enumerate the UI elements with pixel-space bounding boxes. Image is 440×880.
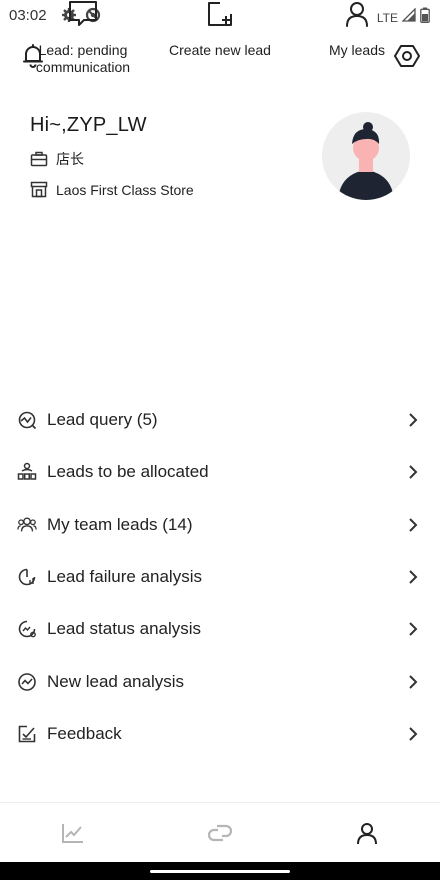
- person-icon: [346, 2, 368, 27]
- nav-link[interactable]: [147, 803, 294, 862]
- menu-list: Lead query (5) Leads to be allocated My …: [0, 394, 440, 760]
- chevron-right-icon: [406, 674, 420, 689]
- quick-action-label: Create new lead: [169, 42, 271, 58]
- user-avatar[interactable]: [322, 112, 410, 200]
- nav-analytics[interactable]: [0, 803, 147, 862]
- query-chart-icon: [17, 410, 37, 430]
- nav-profile[interactable]: [293, 803, 440, 862]
- role-row: 店长: [30, 149, 194, 169]
- menu-item-lead-status-analysis[interactable]: Lead status analysis: [0, 603, 440, 655]
- quick-action-label: Lead: pending communication: [35, 42, 131, 75]
- profile-section: Hi~,ZYP_LW 店长 Laos First Class Store: [30, 114, 194, 198]
- quick-action-pending-communication[interactable]: Lead: pending communication: [23, 0, 143, 76]
- analytics-icon: [62, 823, 84, 843]
- hierarchy-icon: [17, 462, 37, 482]
- menu-label: Lead query (5): [47, 410, 158, 430]
- profile-icon: [356, 822, 377, 844]
- quick-action-my-leads[interactable]: My leads: [297, 0, 417, 59]
- link-icon: [207, 824, 233, 841]
- chevron-right-icon: [406, 518, 420, 532]
- team-icon: [17, 515, 37, 535]
- menu-item-new-lead-analysis[interactable]: New lead analysis: [0, 655, 440, 707]
- menu-item-my-team-leads[interactable]: My team leads (14): [0, 499, 440, 551]
- status-gauge-icon: [17, 619, 37, 639]
- chevron-right-icon: [406, 413, 420, 427]
- role-label: 店长: [56, 151, 84, 167]
- greeting: Hi~,ZYP_LW: [30, 114, 147, 136]
- menu-item-lead-failure-analysis[interactable]: Lead failure analysis: [0, 551, 440, 603]
- chevron-right-icon: [406, 465, 420, 480]
- menu-label: Feedback: [47, 723, 122, 743]
- menu-label: Leads to be allocated: [47, 462, 209, 482]
- bottom-nav: [0, 802, 440, 862]
- store-row: Laos First Class Store: [30, 181, 194, 198]
- briefcase-icon: [30, 151, 48, 167]
- quick-action-create-lead[interactable]: Create new lead: [160, 0, 280, 59]
- store-label: Laos First Class Store: [56, 181, 194, 198]
- menu-label: Lead failure analysis: [47, 567, 202, 587]
- chevron-right-icon: [406, 622, 420, 637]
- store-icon: [30, 181, 48, 198]
- chevron-right-icon: [406, 570, 420, 584]
- chat-bubble-icon: [69, 1, 97, 26]
- menu-item-feedback[interactable]: Feedback: [0, 708, 440, 760]
- menu-label: My team leads (14): [47, 514, 193, 534]
- home-indicator[interactable]: [150, 870, 290, 873]
- menu-item-leads-to-allocate[interactable]: Leads to be allocated: [0, 446, 440, 498]
- battery-icon: [420, 7, 430, 28]
- menu-item-lead-query[interactable]: Lead query (5): [0, 394, 440, 446]
- add-square-icon: [208, 2, 232, 26]
- feedback-icon: [17, 724, 37, 744]
- chevron-right-icon: [406, 727, 420, 741]
- pie-chart-icon: [17, 567, 37, 587]
- menu-label: Lead status analysis: [47, 619, 202, 639]
- menu-label: New lead analysis: [47, 671, 185, 691]
- quick-action-label: My leads: [328, 42, 386, 58]
- trend-circle-icon: [17, 672, 37, 692]
